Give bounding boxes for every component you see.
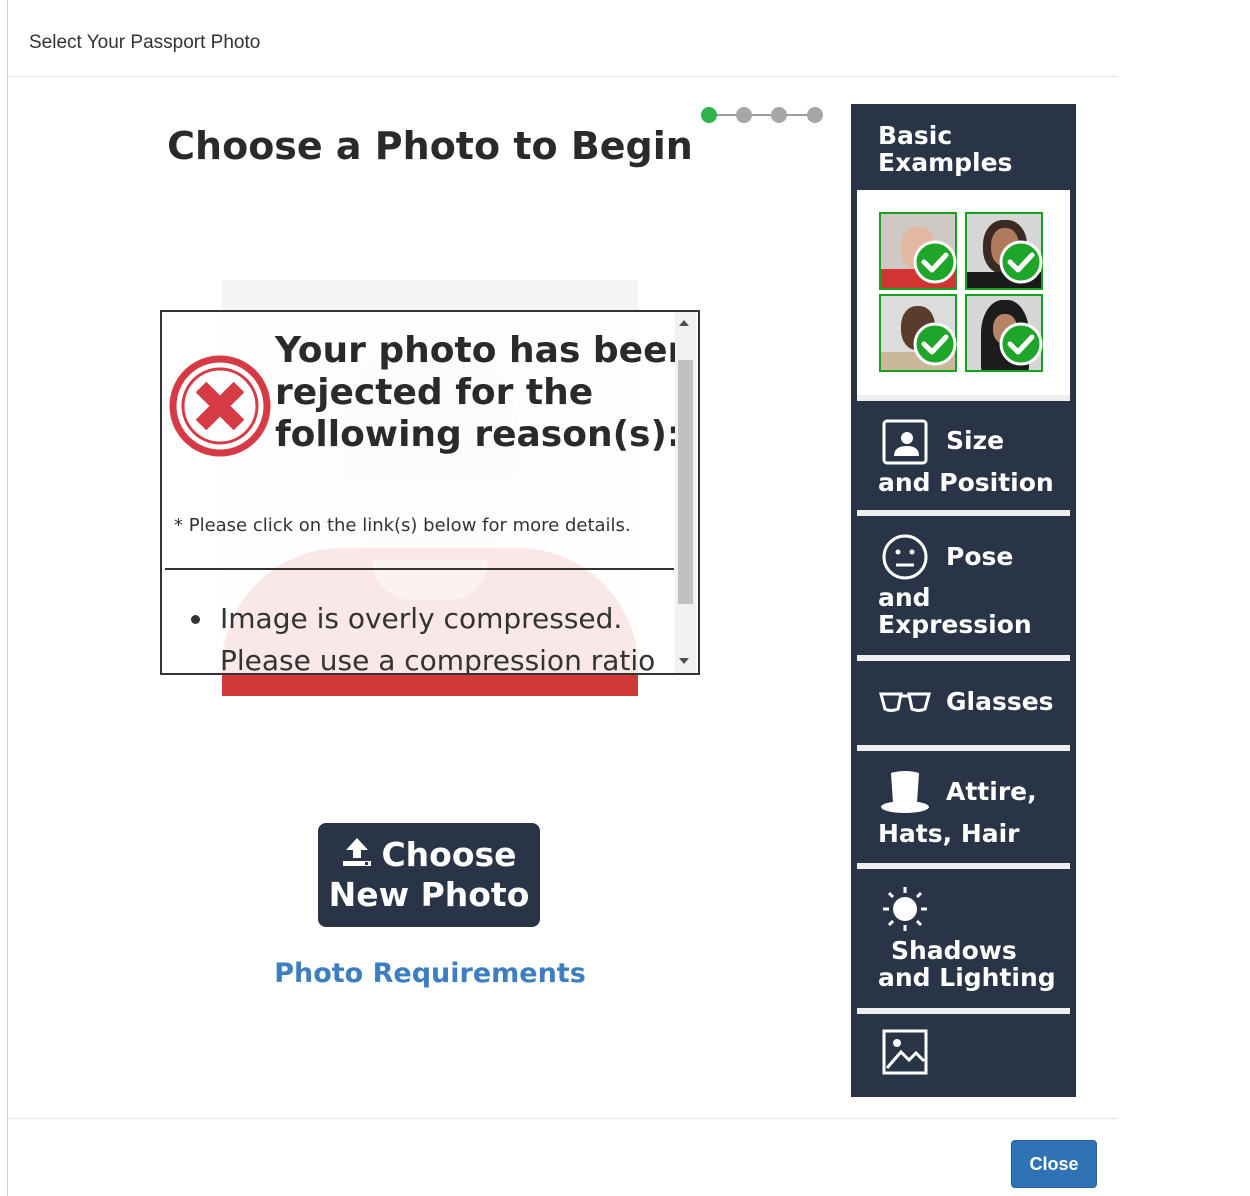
- sidebar-item-attire-hats-hair[interactable]: Attire, Hats, Hair: [857, 751, 1070, 869]
- modal-footer-divider: [8, 1118, 1118, 1119]
- sidebar-item-glasses[interactable]: Glasses: [857, 661, 1070, 751]
- attire-line1: Attire,: [946, 777, 1037, 806]
- step-2-dot: [736, 107, 752, 123]
- step-3-dot: [771, 107, 787, 123]
- scroll-up-arrow-icon[interactable]: [679, 320, 689, 326]
- check-icon: [999, 240, 1043, 284]
- sidebar-item-size-position[interactable]: Size and Position: [857, 401, 1070, 516]
- rejection-divider: [165, 568, 674, 570]
- reason-bullet: [191, 615, 200, 624]
- attire-line2: Hats, Hair: [878, 819, 1020, 848]
- progress-steps: [700, 104, 826, 126]
- scrollbar-thumb[interactable]: [678, 360, 693, 604]
- glasses-icon: [879, 692, 931, 712]
- choose-button-line1: Choose: [381, 835, 517, 874]
- page-heading: Choose a Photo to Begin: [167, 124, 693, 168]
- size-position-line2: and Position: [878, 468, 1054, 497]
- neutral-face-icon: [882, 534, 928, 580]
- step-1-dot: [701, 107, 717, 123]
- rejection-reason[interactable]: Image is overly compressed. Please use a…: [220, 598, 680, 673]
- sun-icon: [883, 887, 927, 931]
- step-4-dot: [807, 107, 823, 123]
- check-icon: [913, 240, 957, 284]
- check-icon: [999, 322, 1043, 366]
- rejected-x-icon: [169, 355, 271, 457]
- rejection-note: * Please click on the link(s) below for …: [174, 515, 631, 536]
- modal-title: Select Your Passport Photo: [29, 32, 261, 53]
- scroll-down-arrow-icon[interactable]: [679, 658, 689, 664]
- close-button[interactable]: Close: [1011, 1140, 1097, 1188]
- sidebar-item-basic-examples[interactable]: Basic Examples: [857, 110, 1070, 190]
- window-edge: [7, 0, 8, 1196]
- pose-line2: and: [878, 583, 931, 612]
- basic-examples-thumbnails[interactable]: [857, 190, 1070, 401]
- sidebar-item-shadows-lighting[interactable]: Shadows and Lighting: [857, 869, 1070, 1014]
- rejection-title: Your photo has been rejected for the fol…: [275, 330, 694, 455]
- image-icon: [882, 1029, 928, 1075]
- shadows-line2: and Lighting: [878, 963, 1056, 992]
- rejection-panel[interactable]: Your photo has been rejected for the fol…: [160, 310, 700, 675]
- size-position-line1: Size: [946, 426, 1005, 455]
- choose-new-photo-button[interactable]: Choose New Photo: [318, 823, 540, 927]
- guidelines-sidebar: Basic Examples Size and Position Pose an…: [851, 104, 1076, 1097]
- upload-icon: [343, 838, 372, 866]
- step-connector: [710, 114, 816, 116]
- glasses-label: Glasses: [946, 687, 1054, 716]
- shadows-line1: Shadows: [891, 936, 1017, 965]
- hat-icon: [881, 771, 929, 813]
- sidebar-item-pose-expression[interactable]: Pose and Expression: [857, 516, 1070, 661]
- check-icon: [913, 322, 957, 366]
- modal-header: Select Your Passport Photo: [8, 0, 1118, 77]
- photo-requirements-link[interactable]: Photo Requirements: [230, 958, 630, 989]
- choose-button-line2: New Photo: [328, 875, 530, 914]
- pose-line3: Expression: [878, 610, 1032, 639]
- pose-line1: Pose: [946, 542, 1014, 571]
- basic-examples-line2: Examples: [878, 148, 1013, 177]
- basic-examples-line1: Basic: [878, 121, 953, 150]
- sidebar-item-background[interactable]: [857, 1014, 1070, 1094]
- portrait-icon: [882, 419, 928, 465]
